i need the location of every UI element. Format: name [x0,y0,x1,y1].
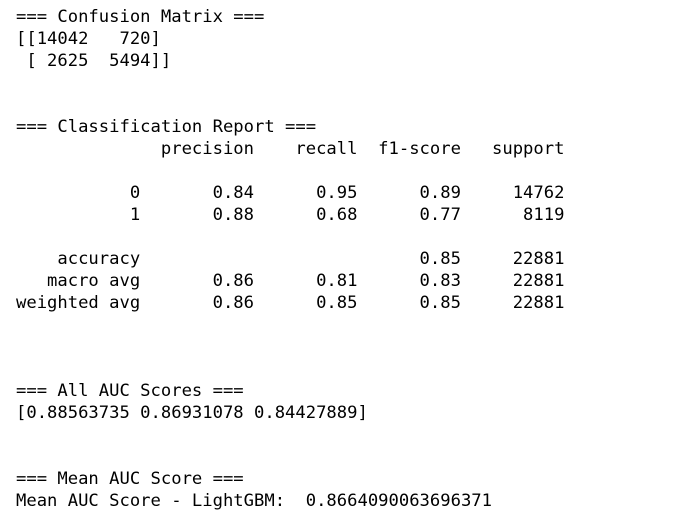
report-row-class-1: 1 0.88 0.68 0.77 8119 [16,205,565,225]
all-auc-values: [0.88563735 0.86931078 0.84427889] [16,403,368,423]
report-row-weighted-avg: weighted avg 0.86 0.85 0.85 22881 [16,293,565,313]
confusion-matrix-row: [ 2625 5494]] [16,51,172,71]
confusion-matrix-header: === Confusion Matrix === [16,7,265,27]
confusion-matrix-row: [[14042 720] [16,29,161,49]
classification-report-header: === Classification Report === [16,117,317,137]
mean-auc-value: Mean AUC Score - LightGBM: 0.86640900636… [16,491,492,511]
console-output: === Confusion Matrix === [[14042 720] [ 2… [16,6,564,512]
report-row-class-0: 0 0.84 0.95 0.89 14762 [16,183,565,203]
mean-auc-header: === Mean AUC Score === [16,469,244,489]
all-auc-header: === All AUC Scores === [16,381,244,401]
report-column-headers: precision recall f1-score support [16,139,565,159]
report-row-accuracy: accuracy 0.85 22881 [16,249,565,269]
report-row-macro-avg: macro avg 0.86 0.81 0.83 22881 [16,271,565,291]
